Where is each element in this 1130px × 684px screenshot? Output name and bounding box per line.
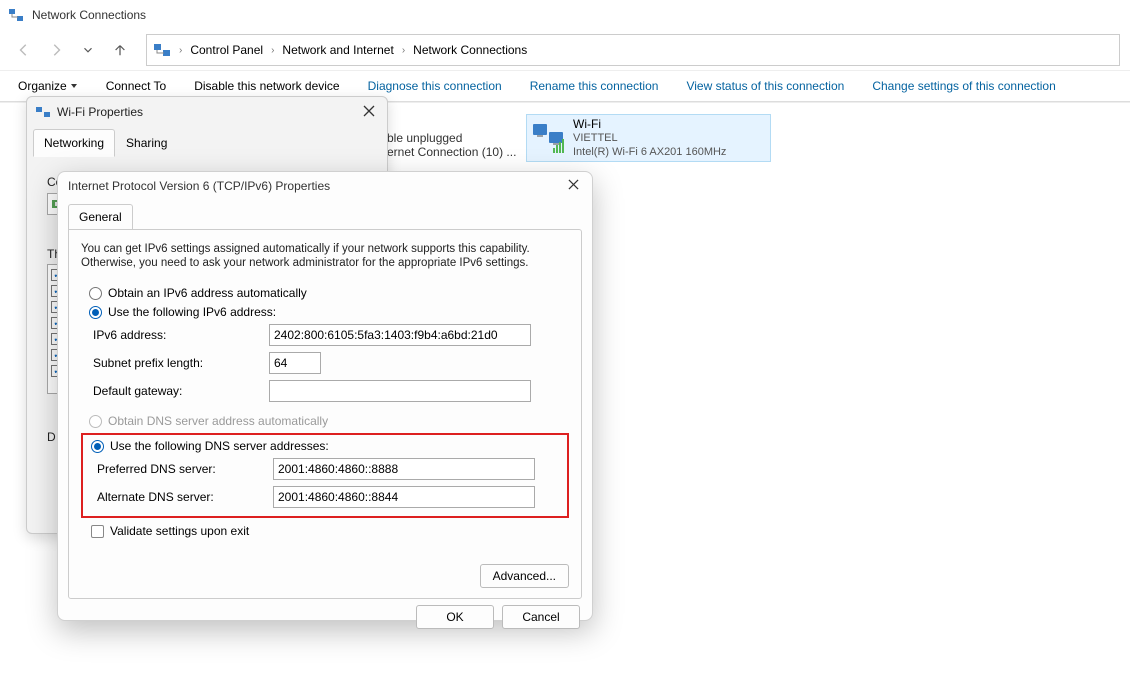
up-button[interactable] — [106, 36, 134, 64]
radio-icon — [89, 287, 102, 300]
radio-icon — [91, 440, 104, 453]
connection-network: VIETTEL — [573, 131, 726, 145]
ipv6-dialog-title: Internet Protocol Version 6 (TCP/IPv6) P… — [68, 179, 330, 193]
wifi-adapter-icon — [531, 120, 567, 156]
label-preferred-dns: Preferred DNS server: — [97, 462, 273, 476]
breadcrumb-control-panel[interactable]: Control Panel — [186, 41, 267, 59]
organize-menu[interactable]: Organize — [18, 79, 78, 93]
ethernet-partial-line2: ernet Connection (10) ... — [387, 145, 516, 159]
input-default-gateway[interactable] — [269, 380, 531, 402]
forward-button[interactable] — [42, 36, 70, 64]
wifi-dialog-title: Wi-Fi Properties — [57, 105, 143, 119]
label-default-gateway: Default gateway: — [93, 384, 269, 398]
close-icon[interactable] — [568, 179, 582, 193]
view-status-button[interactable]: View status of this connection — [686, 79, 844, 93]
radio-icon — [89, 415, 102, 428]
label-alternate-dns: Alternate DNS server: — [97, 490, 273, 504]
input-alternate-dns[interactable] — [273, 486, 535, 508]
address-bar[interactable]: › Control Panel › Network and Internet ›… — [146, 34, 1120, 66]
label-subnet-prefix: Subnet prefix length: — [93, 356, 269, 370]
radio-icon — [89, 306, 102, 319]
network-icon — [8, 7, 24, 23]
tab-networking[interactable]: Networking — [33, 129, 115, 157]
checkbox-validate-on-exit[interactable]: Validate settings upon exit — [91, 524, 569, 538]
nav-row: › Control Panel › Network and Internet ›… — [0, 30, 1130, 70]
tab-general[interactable]: General — [68, 204, 133, 230]
connection-name: Wi-Fi — [573, 117, 726, 131]
connection-adapter: Intel(R) Wi-Fi 6 AX201 160MHz — [573, 145, 726, 159]
radio-use-ipv6-address[interactable]: Use the following IPv6 address: — [89, 305, 569, 319]
ipv6-description: You can get IPv6 settings assigned autom… — [81, 242, 569, 270]
window-title: Network Connections — [32, 8, 146, 22]
breadcrumb-network-internet[interactable]: Network and Internet — [278, 41, 397, 59]
dns-highlight-box: Use the following DNS server addresses: … — [81, 433, 569, 518]
ethernet-partial-line1: ble unplugged — [387, 131, 462, 145]
diagnose-connection-button[interactable]: Diagnose this connection — [368, 79, 502, 93]
chevron-right-icon: › — [402, 45, 405, 56]
ipv6-dialog-body: You can get IPv6 settings assigned autom… — [68, 229, 582, 599]
disable-device-button[interactable]: Disable this network device — [194, 79, 339, 93]
input-subnet-prefix[interactable] — [269, 352, 321, 374]
breadcrumb-network-connections[interactable]: Network Connections — [409, 41, 531, 59]
chevron-right-icon: › — [271, 45, 274, 56]
rename-connection-button[interactable]: Rename this connection — [530, 79, 659, 93]
label-ipv6-address: IPv6 address: — [93, 328, 269, 342]
connect-to-button[interactable]: Connect To — [106, 79, 167, 93]
checkbox-icon — [91, 525, 104, 538]
window-titlebar: Network Connections — [0, 0, 1130, 30]
close-icon[interactable] — [363, 105, 379, 120]
advanced-button[interactable]: Advanced... — [480, 564, 569, 588]
cancel-button[interactable]: Cancel — [502, 605, 580, 629]
back-button[interactable] — [10, 36, 38, 64]
chevron-right-icon: › — [179, 45, 182, 56]
ipv6-dialog-titlebar: Internet Protocol Version 6 (TCP/IPv6) P… — [58, 172, 592, 200]
wifi-dialog-titlebar: Wi-Fi Properties — [27, 97, 387, 127]
ok-button[interactable]: OK — [416, 605, 494, 629]
tab-sharing[interactable]: Sharing — [115, 129, 178, 157]
radio-use-dns[interactable]: Use the following DNS server addresses: — [91, 439, 561, 453]
ipv6-properties-dialog: Internet Protocol Version 6 (TCP/IPv6) P… — [57, 171, 593, 621]
adapter-icon — [35, 104, 51, 120]
recent-dropdown[interactable] — [74, 36, 102, 64]
radio-obtain-dns-auto: Obtain DNS server address automatically — [89, 414, 569, 428]
input-preferred-dns[interactable] — [273, 458, 535, 480]
network-connections-icon — [153, 41, 171, 59]
radio-obtain-ipv6-auto[interactable]: Obtain an IPv6 address automatically — [89, 286, 569, 300]
input-ipv6-address[interactable] — [269, 324, 531, 346]
change-settings-button[interactable]: Change settings of this connection — [872, 79, 1055, 93]
connection-item-wifi[interactable]: Wi-Fi VIETTEL Intel(R) Wi-Fi 6 AX201 160… — [526, 114, 771, 162]
